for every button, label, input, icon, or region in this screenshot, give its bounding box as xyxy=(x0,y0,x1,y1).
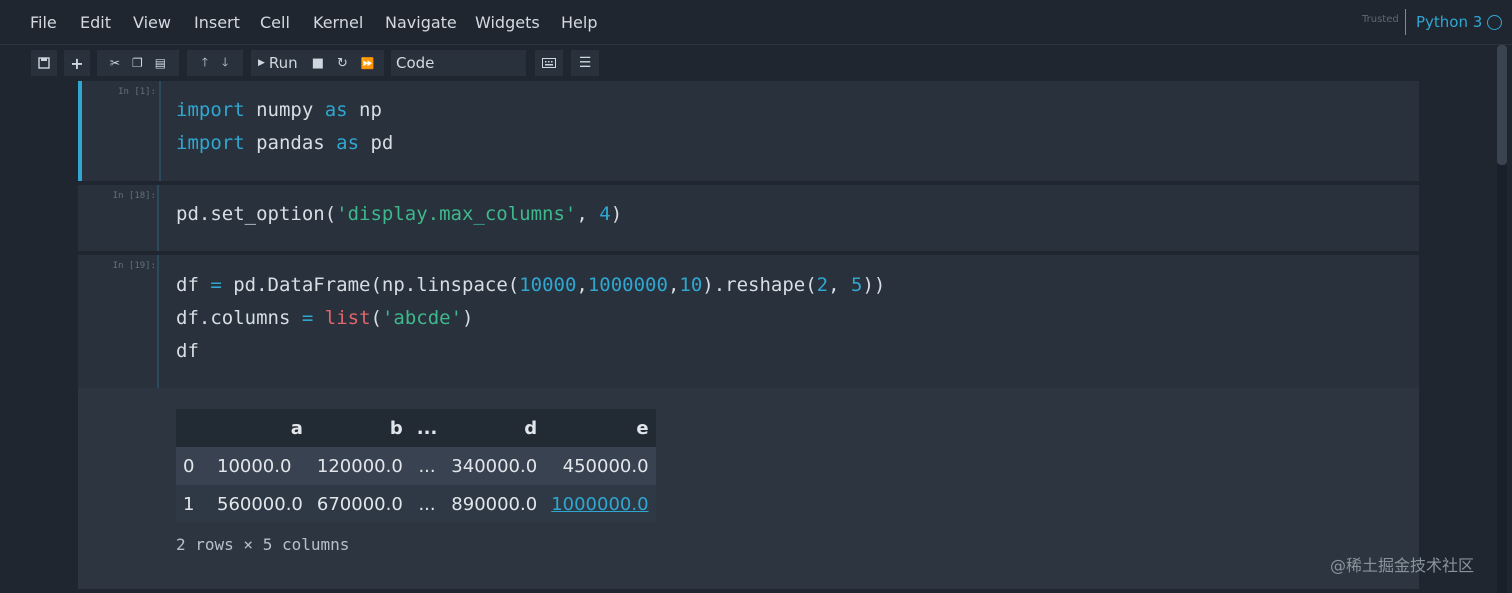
list-icon: ☰ xyxy=(578,55,592,71)
scroll-thumb[interactable] xyxy=(1497,45,1507,165)
restart-icon[interactable]: ↻ xyxy=(337,56,348,71)
table-header-row: a b ... d e xyxy=(176,409,656,447)
trusted-indicator[interactable]: Trusted xyxy=(1362,14,1399,25)
code-cell-3[interactable]: In [19]: df = pd.DataFrame(np.linspace(1… xyxy=(78,255,1419,388)
cell-prompt: In [18]: xyxy=(112,191,156,201)
move-button-group: 🡑 🡓 xyxy=(187,50,243,76)
code-line[interactable]: df xyxy=(176,340,199,362)
kernel-separator xyxy=(1405,9,1406,35)
table-cell-link[interactable]: 1000000.0 xyxy=(544,485,655,523)
copy-icon[interactable]: ❐ xyxy=(132,56,143,70)
table-cell: 120000.0 xyxy=(316,455,403,477)
cell-divider xyxy=(157,255,159,388)
menu-bar: File Edit View Insert Cell Kernel Naviga… xyxy=(0,0,1512,45)
cell-output: a b ... d e 0 10000.0 120000.0 ... 34000… xyxy=(78,388,1419,589)
code-cell-2[interactable]: In [18]: pd.set_option('display.max_colu… xyxy=(78,185,1419,251)
kernel-status-icon xyxy=(1487,15,1502,30)
table-cell: 340000.0 xyxy=(451,455,538,477)
shape-note: 2 rows × 5 columns xyxy=(176,535,350,554)
command-palette-button[interactable] xyxy=(535,50,563,76)
column-header: b xyxy=(389,417,403,439)
table-row: 1 560000.0 670000.0 ... 890000.0 1000000… xyxy=(176,485,656,523)
code-cell-1[interactable]: In [1]: import numpy as np import pandas… xyxy=(78,81,1419,181)
index-header xyxy=(176,409,210,447)
table-cell: 560000.0 xyxy=(217,493,303,515)
code-line[interactable]: import pandas as pd xyxy=(176,132,393,154)
menu-navigate[interactable]: Navigate xyxy=(385,13,457,32)
row-index: 1 xyxy=(183,493,195,515)
run-button[interactable]: ▶ Run xyxy=(258,54,298,72)
table-cell: 10000.0 xyxy=(217,455,292,477)
arrow-down-icon[interactable]: 🡓 xyxy=(222,53,228,74)
menu-file[interactable]: File xyxy=(30,13,57,32)
code-line[interactable]: import numpy as np xyxy=(176,99,382,121)
fast-forward-icon[interactable]: ⏩ xyxy=(361,57,375,70)
cell-prompt: In [19]: xyxy=(112,261,156,271)
table-row: 0 10000.0 120000.0 ... 340000.0 450000.0 xyxy=(176,447,656,485)
cell-prompt: In [1]: xyxy=(118,87,156,97)
scrollbar[interactable] xyxy=(1497,45,1507,593)
watermark: @稀土掘金技术社区 xyxy=(1330,556,1475,575)
column-header: d xyxy=(524,417,538,439)
table-cell: ... xyxy=(418,455,436,477)
save-icon xyxy=(38,57,50,69)
column-header: ... xyxy=(416,417,438,439)
column-header: e xyxy=(636,417,649,439)
table-cell: ... xyxy=(418,493,436,515)
dataframe-table: a b ... d e 0 10000.0 120000.0 ... 34000… xyxy=(176,409,656,523)
kernel-name[interactable]: Python 3 xyxy=(1416,13,1482,31)
insert-cell-button[interactable]: + xyxy=(64,50,90,76)
table-cell: 890000.0 xyxy=(451,493,538,515)
row-index: 0 xyxy=(183,455,195,477)
cell-divider xyxy=(159,81,161,181)
code-line[interactable]: pd.set_option('display.max_columns', 4) xyxy=(176,203,622,225)
cell-type-select[interactable]: Code xyxy=(391,50,526,76)
cut-icon[interactable]: ✂ xyxy=(110,56,120,70)
run-button-group: ▶ Run ■ ↻ ⏩ xyxy=(251,50,384,76)
save-button[interactable] xyxy=(31,50,57,76)
edit-button-group: ✂ ❐ ▤ xyxy=(97,50,179,76)
arrow-up-icon[interactable]: 🡑 xyxy=(202,53,208,74)
table-cell: 670000.0 xyxy=(316,493,403,515)
code-line[interactable]: df = pd.DataFrame(np.linspace(10000,1000… xyxy=(176,274,885,296)
paste-icon[interactable]: ▤ xyxy=(155,56,166,70)
run-icon: ▶ xyxy=(258,58,265,68)
menu-widgets[interactable]: Widgets xyxy=(475,13,540,32)
menu-cell[interactable]: Cell xyxy=(260,13,290,32)
toc-button[interactable]: ☰ xyxy=(571,50,599,76)
run-label: Run xyxy=(268,54,298,72)
menu-kernel[interactable]: Kernel xyxy=(313,13,363,32)
plus-icon: + xyxy=(70,53,84,73)
menu-edit[interactable]: Edit xyxy=(80,13,111,32)
menu-help[interactable]: Help xyxy=(561,13,597,32)
code-line[interactable]: df.columns = list('abcde') xyxy=(176,307,474,329)
cell-divider xyxy=(157,185,159,251)
toolbar: + ✂ ❐ ▤ 🡑 🡓 ▶ Run ■ ↻ ⏩ ☰ xyxy=(0,45,1512,81)
column-header: a xyxy=(290,417,303,439)
stop-icon[interactable]: ■ xyxy=(312,56,324,71)
menu-view[interactable]: View xyxy=(133,13,171,32)
table-cell: 450000.0 xyxy=(562,455,649,477)
keyboard-icon xyxy=(542,58,556,68)
menu-insert[interactable]: Insert xyxy=(194,13,240,32)
